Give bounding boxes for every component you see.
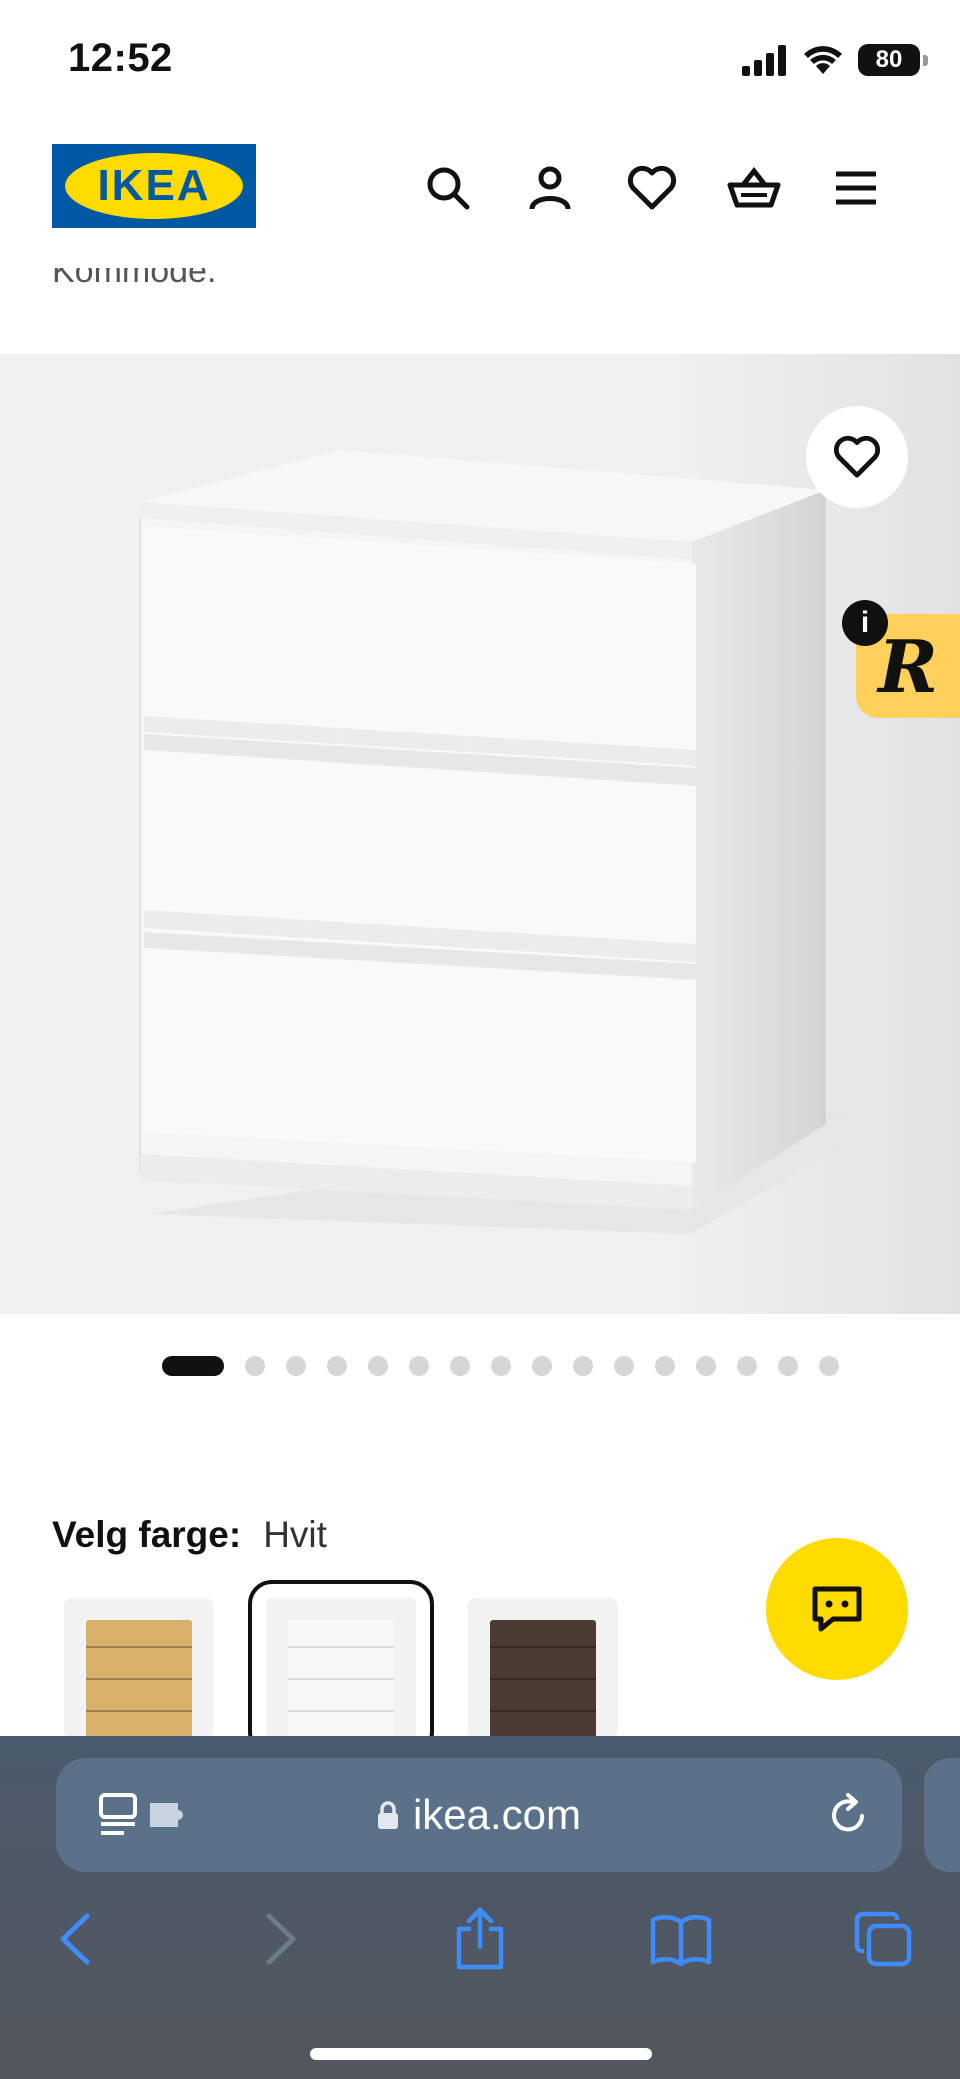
wifi-icon xyxy=(804,46,842,74)
scrolled-subtitle: Kommode. xyxy=(52,252,217,286)
carousel-dot[interactable] xyxy=(573,1356,593,1376)
heart-icon[interactable] xyxy=(624,160,680,216)
status-icons: 80 xyxy=(742,40,928,80)
carousel-dot[interactable] xyxy=(819,1356,839,1376)
carousel-dot[interactable] xyxy=(409,1356,429,1376)
status-time: 12:52 xyxy=(68,36,173,80)
battery-icon: 80 xyxy=(858,44,928,76)
carousel-dots[interactable] xyxy=(162,1356,839,1376)
basket-icon[interactable] xyxy=(726,160,782,216)
color-swatch[interactable] xyxy=(248,1580,434,1756)
color-swatches xyxy=(64,1580,618,1756)
carousel-dot[interactable] xyxy=(286,1356,306,1376)
product-image xyxy=(0,354,960,1314)
battery-level: 80 xyxy=(875,46,903,73)
product-gallery[interactable]: R xyxy=(0,354,960,1314)
lock-icon xyxy=(377,1801,398,1829)
back-button[interactable] xyxy=(40,1904,110,1974)
site-header: IKEA xyxy=(0,120,960,250)
reload-button[interactable] xyxy=(826,1792,870,1843)
url-text: ikea.com xyxy=(412,1791,582,1838)
reload-icon xyxy=(832,1793,864,1832)
browser-nav xyxy=(0,1904,960,1984)
logo-text: IKEA xyxy=(97,161,211,210)
status-bar: 12:52 80 xyxy=(0,0,960,120)
carousel-dot[interactable] xyxy=(778,1356,798,1376)
account-icon[interactable] xyxy=(522,160,578,216)
carousel-dot[interactable] xyxy=(327,1356,347,1376)
next-tab-preview[interactable] xyxy=(924,1758,960,1872)
carousel-dot[interactable] xyxy=(491,1356,511,1376)
review-logo-icon: R xyxy=(878,623,938,709)
cellular-signal-icon xyxy=(742,45,786,76)
browser-toolbar: ikea.com xyxy=(0,1736,960,2079)
save-favourite-button[interactable] xyxy=(806,406,908,508)
chat-button[interactable] xyxy=(766,1538,908,1680)
color-label: Velg farge: xyxy=(52,1514,242,1555)
address-bar[interactable]: ikea.com xyxy=(56,1758,902,1872)
chat-icon xyxy=(812,1586,862,1632)
tabs-button[interactable] xyxy=(848,1904,918,1974)
bookmarks-icon xyxy=(650,1915,712,1966)
hvit-icon xyxy=(288,1620,394,1738)
bjorkemonstret-eik-icon xyxy=(86,1620,192,1738)
carousel-dot[interactable] xyxy=(532,1356,552,1376)
carousel-dot[interactable] xyxy=(450,1356,470,1376)
carousel-dot[interactable] xyxy=(245,1356,265,1376)
carousel-dot[interactable] xyxy=(696,1356,716,1376)
carousel-dot[interactable] xyxy=(655,1356,675,1376)
back-arrow-icon xyxy=(60,1913,90,1965)
forward-arrow-icon xyxy=(266,1913,296,1965)
carousel-dot[interactable] xyxy=(614,1356,634,1376)
share-icon xyxy=(456,1907,504,1970)
color-value: Hvit xyxy=(263,1514,327,1555)
carousel-dot[interactable] xyxy=(737,1356,757,1376)
url-display: ikea.com xyxy=(56,1758,902,1872)
forward-button[interactable] xyxy=(246,1904,316,1974)
home-indicator[interactable] xyxy=(310,2048,652,2060)
color-swatch[interactable] xyxy=(64,1598,214,1738)
share-button[interactable] xyxy=(445,1904,515,1974)
brunbeis-ask-icon xyxy=(490,1620,596,1738)
color-select: Velg farge: Hvit xyxy=(52,1514,327,1556)
carousel-dot[interactable] xyxy=(162,1356,224,1376)
tabs-icon xyxy=(854,1911,912,1967)
carousel-dot[interactable] xyxy=(368,1356,388,1376)
bookmarks-button[interactable] xyxy=(646,1904,716,1974)
color-swatch[interactable] xyxy=(468,1598,618,1738)
heart-icon xyxy=(833,435,881,478)
menu-icon[interactable] xyxy=(828,160,884,216)
info-icon[interactable]: i xyxy=(842,600,888,646)
ikea-logo[interactable]: IKEA xyxy=(52,144,256,228)
search-icon[interactable] xyxy=(420,160,476,216)
